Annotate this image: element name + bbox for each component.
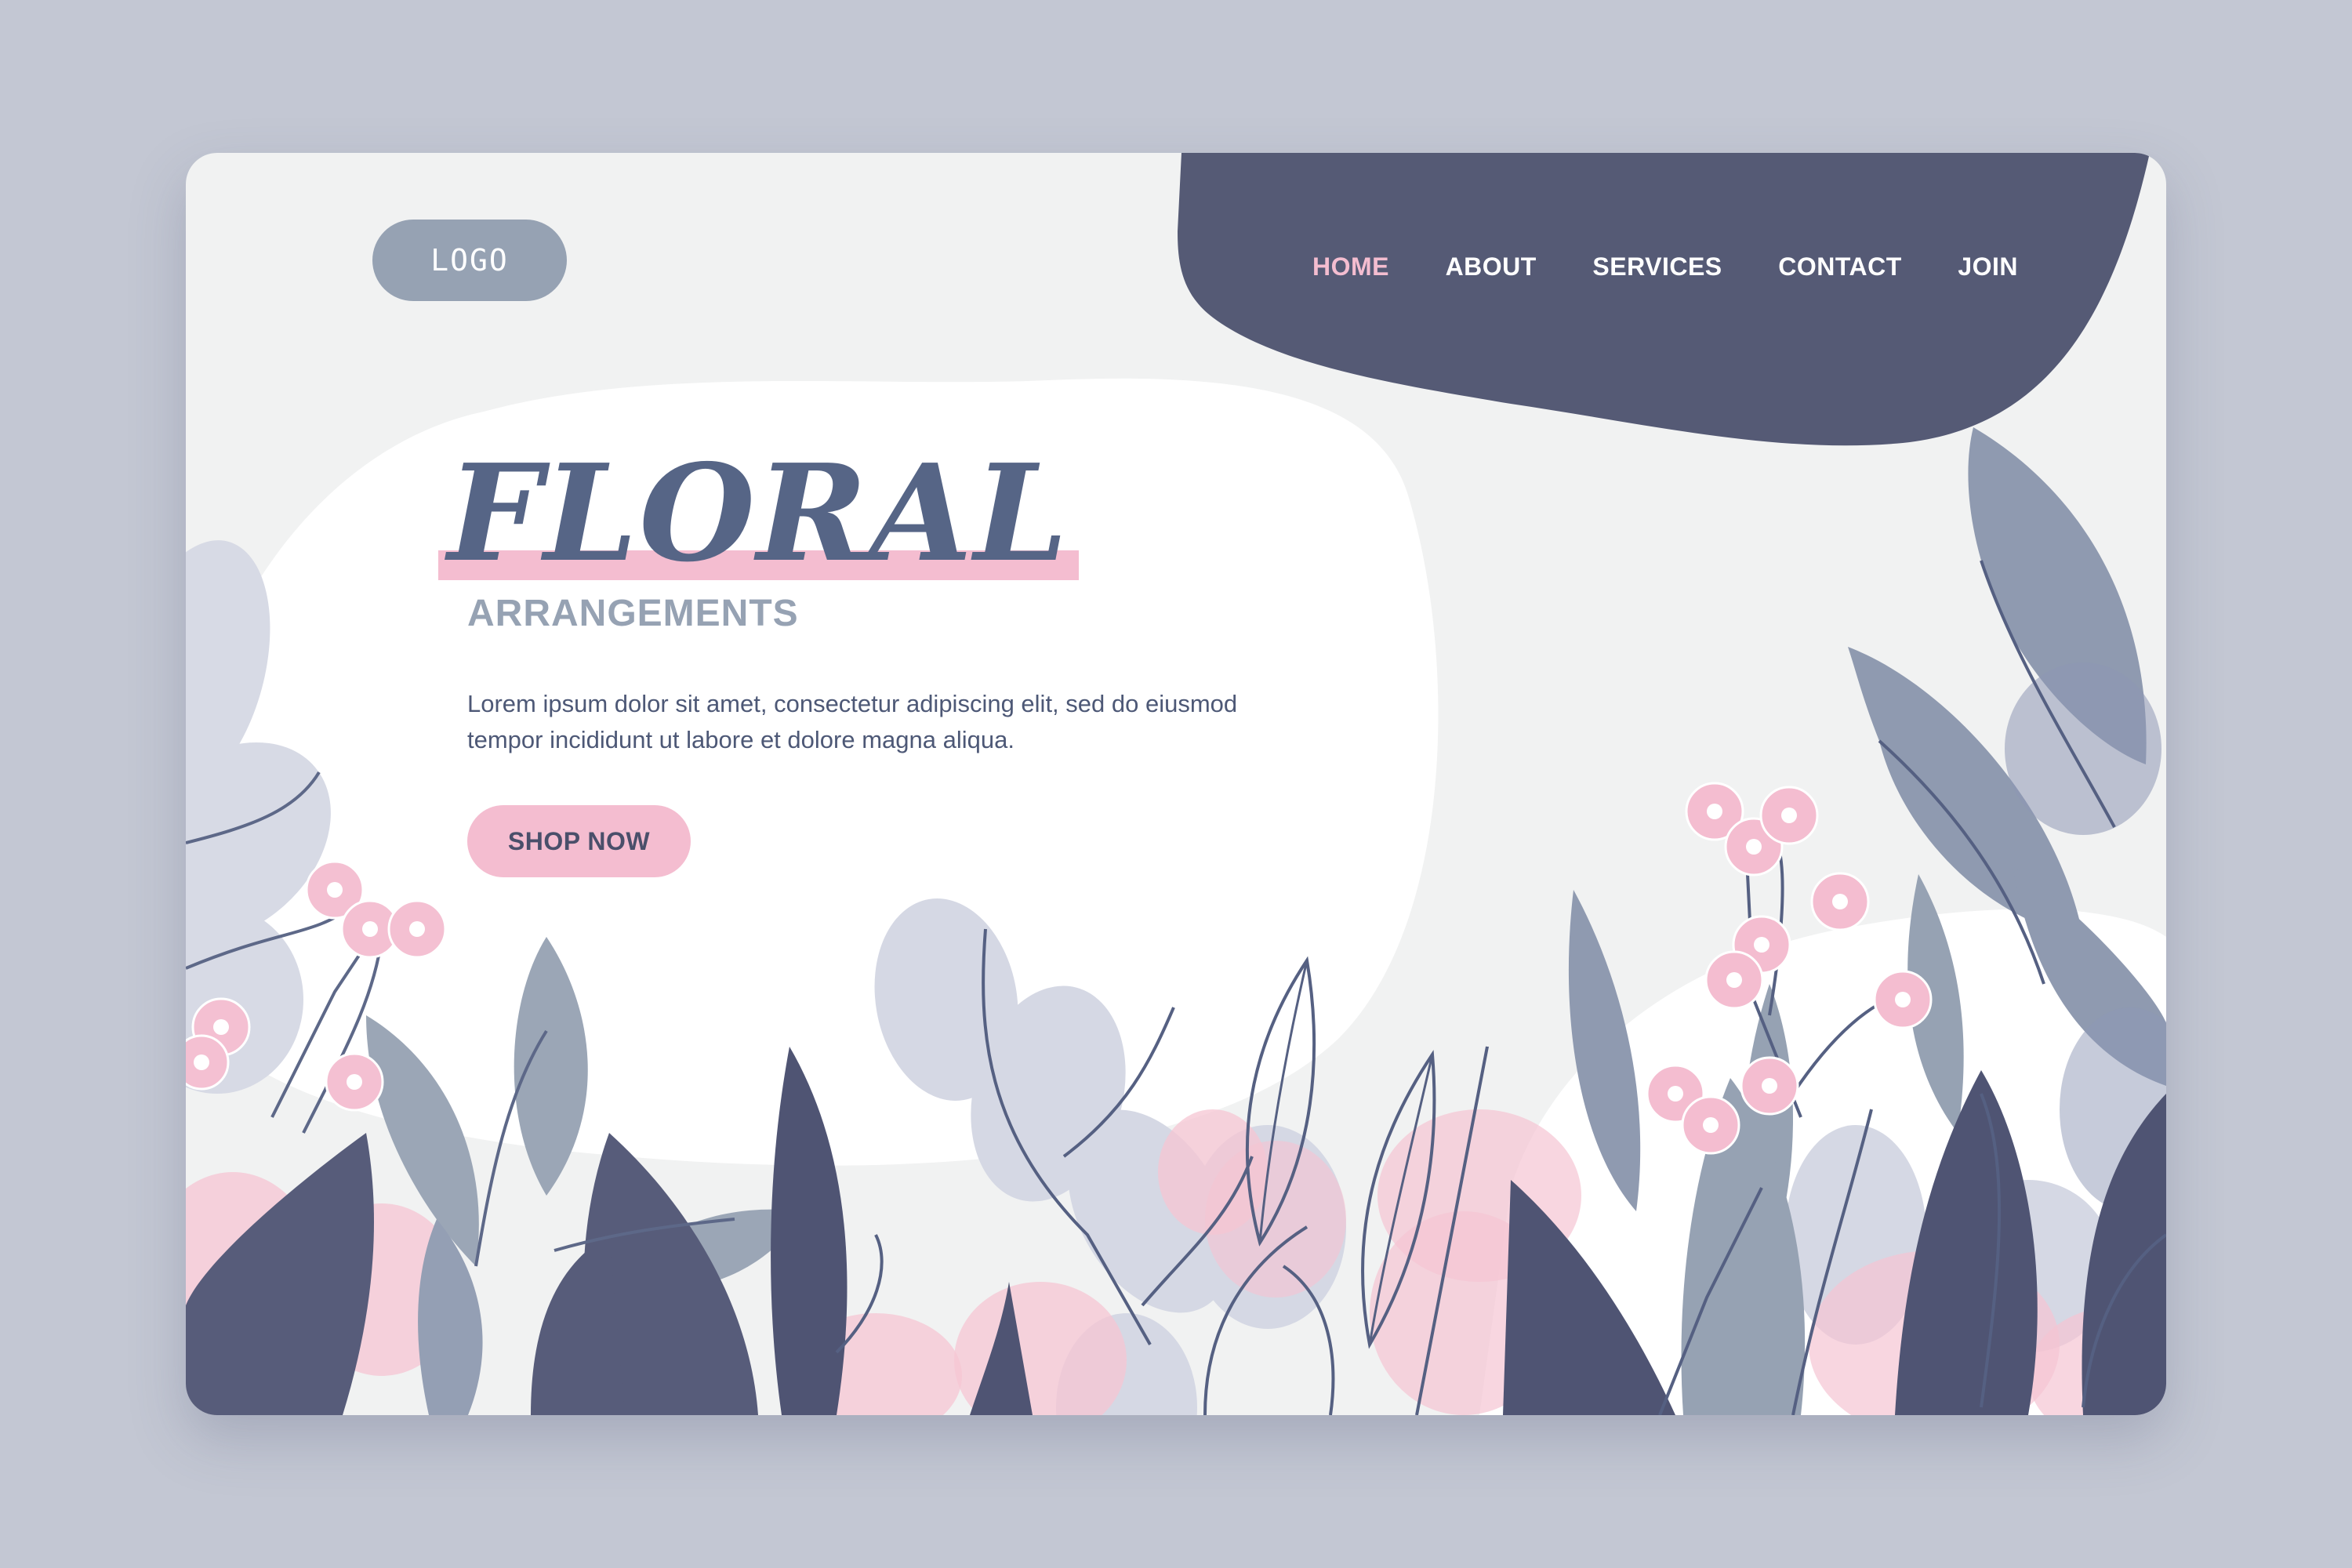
nav-link-contact[interactable]: CONTACT <box>1778 252 1902 281</box>
logo-text: LOGO <box>430 243 509 278</box>
hero-title: FLORAL <box>448 435 1070 592</box>
nav-link-about[interactable]: ABOUT <box>1446 252 1537 281</box>
hero-subtitle: ARRANGEMENTS <box>467 593 799 634</box>
nav-link-services[interactable]: SERVICES <box>1592 252 1722 281</box>
hero-description: Lorem ipsum dolor sit amet, consectetur … <box>467 690 1238 753</box>
shop-now-button[interactable]: SHOP NOW <box>467 805 691 877</box>
logo[interactable]: LOGO <box>372 220 567 301</box>
nav-link-join[interactable]: JOIN <box>1958 252 2018 281</box>
nav-link-home[interactable]: HOME <box>1312 252 1389 281</box>
main-nav: HOME ABOUT SERVICES CONTACT JOIN <box>1312 243 2018 290</box>
nav-background-blob <box>1178 153 2150 446</box>
landing-page-card: LOGO HOME ABOUT SERVICES CONTACT JOIN FL… <box>186 153 2166 1415</box>
floral-background-illustration <box>186 153 2166 1415</box>
hero-title-block: FLORAL <box>438 435 1089 600</box>
